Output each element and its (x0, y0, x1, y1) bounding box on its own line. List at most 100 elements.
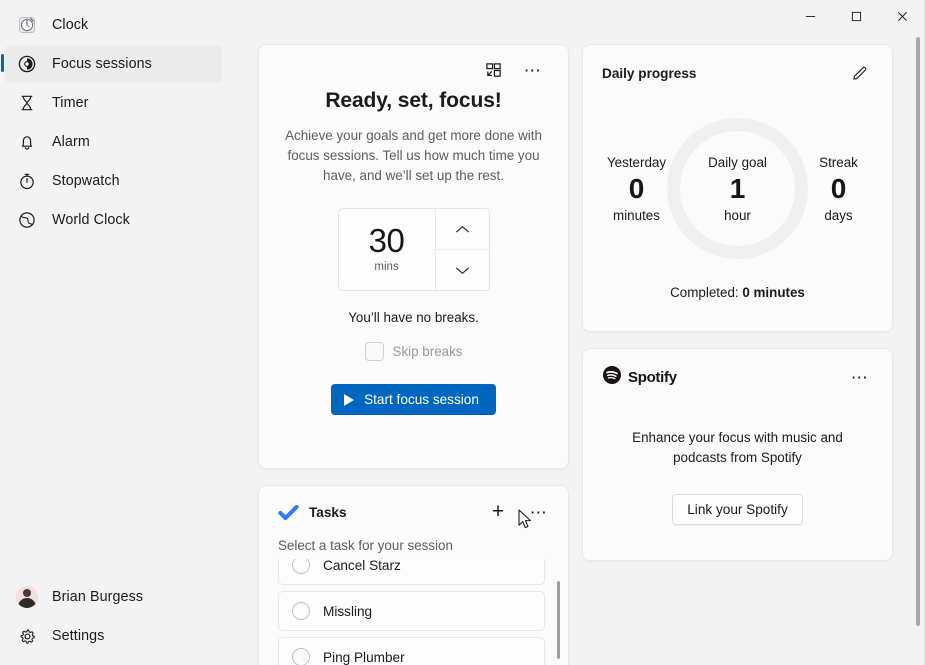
skip-breaks-checkbox[interactable] (365, 342, 384, 361)
left-column: ⋯ Ready, set, focus! Achieve your goals … (258, 44, 569, 665)
task-label: Cancel Starz (323, 559, 401, 573)
sidebar-item-settings[interactable]: Settings (5, 617, 222, 655)
task-checkbox[interactable] (292, 648, 310, 665)
minimize-button[interactable] (787, 0, 833, 33)
daily-goal-inner: Daily goal 1 hour (708, 155, 767, 223)
streak-value: 0 (808, 170, 869, 208)
clock-app-window: Clock Focus sessions (0, 0, 925, 665)
page-scrollbar-thumb[interactable] (916, 37, 920, 626)
breaks-status-text: You’ll have no breaks. (281, 310, 546, 325)
daily-progress-title: Daily progress (602, 66, 696, 81)
focus-card-header: ⋯ (281, 45, 546, 87)
spotify-description: Enhance your focus with music and podcas… (602, 428, 873, 468)
task-row[interactable]: Ping Plumber (278, 637, 545, 665)
spotify-logo: Spotify (602, 365, 677, 390)
sidebar-item-clock[interactable]: Clock (5, 6, 222, 44)
chevron-up-icon[interactable] (436, 209, 489, 249)
plus-icon[interactable]: + (485, 499, 511, 525)
streak-unit: days (808, 208, 869, 223)
spotify-card-header: Spotify ⋯ (602, 364, 873, 390)
task-label: Ping Plumber (323, 650, 405, 665)
link-spotify-button[interactable]: Link your Spotify (672, 494, 803, 525)
sidebar-item-label: Settings (52, 628, 104, 644)
right-column: Daily progress Yesterday 0 minutes (582, 44, 893, 561)
completed-row: Completed: 0 minutes (602, 285, 873, 300)
content-grid: ⋯ Ready, set, focus! Achieve your goals … (227, 0, 925, 665)
sidebar-item-label: Alarm (52, 134, 90, 150)
navigation-sidebar: Clock Focus sessions (0, 0, 227, 665)
compact-overlay-icon[interactable] (480, 57, 506, 83)
task-checkbox[interactable] (292, 559, 310, 574)
globe-icon (16, 209, 38, 231)
sidebar-item-world-clock[interactable]: World Clock (5, 201, 222, 239)
start-button-wrap: Start focus session (281, 384, 546, 415)
sidebar-item-alarm[interactable]: Alarm (5, 123, 222, 161)
focus-card-title: Ready, set, focus! (281, 89, 546, 113)
more-options-icon[interactable]: ⋯ (847, 364, 873, 390)
sidebar-item-account[interactable]: Brian Burgess (5, 578, 222, 616)
gear-icon (16, 625, 38, 647)
daily-goal-ring: Daily goal 1 hour (667, 118, 808, 259)
task-row[interactable]: Missling (278, 591, 545, 631)
focus-card-description: Achieve your goals and get more done wit… (285, 126, 542, 186)
microsoft-todo-check-icon (278, 502, 299, 523)
duration-spinner-wrap: 30 mins (281, 208, 546, 291)
daily-progress-card: Daily progress Yesterday 0 minutes (582, 44, 893, 332)
completed-prefix: Completed: (670, 285, 742, 300)
task-row[interactable]: Cancel Starz (278, 559, 545, 585)
completed-value: 0 minutes (742, 285, 805, 300)
duration-value-area[interactable]: 30 mins (339, 209, 436, 290)
stopwatch-icon (16, 170, 38, 192)
maximize-button[interactable] (833, 0, 879, 33)
more-options-icon[interactable]: ⋯ (526, 499, 552, 525)
chevron-down-icon[interactable] (436, 249, 489, 290)
focus-sessions-icon (16, 53, 38, 75)
sidebar-item-label: Timer (52, 95, 89, 111)
yesterday-value: 0 (606, 170, 667, 208)
tasks-card: Tasks + ⋯ Select a task for your session… (258, 485, 569, 665)
tasks-subtitle: Select a task for your session (259, 525, 568, 553)
sidebar-item-stopwatch[interactable]: Stopwatch (5, 162, 222, 200)
streak-label: Streak (808, 155, 869, 170)
tasks-card-header: Tasks + ⋯ (259, 486, 568, 525)
task-label: Missling (323, 604, 372, 619)
sidebar-bottom: Brian Burgess Settings (0, 577, 227, 665)
tasks-card-actions: + ⋯ (485, 499, 552, 525)
bell-icon (16, 131, 38, 153)
hourglass-icon (16, 92, 38, 114)
task-checkbox[interactable] (292, 602, 310, 620)
tasks-card-title: Tasks (309, 505, 347, 520)
daily-goal-value: 1 (708, 170, 767, 208)
tasks-list[interactable]: Cancel Starz Missling Ping Plumber (259, 559, 568, 665)
yesterday-unit: minutes (606, 208, 667, 223)
daily-goal-label: Daily goal (708, 155, 767, 170)
avatar (16, 586, 38, 608)
start-focus-session-button[interactable]: Start focus session (331, 384, 496, 415)
link-button-wrap: Link your Spotify (602, 494, 873, 525)
duration-unit: mins (374, 261, 398, 273)
spotify-name: Spotify (628, 369, 677, 386)
streak-stat: Streak 0 days (808, 155, 869, 223)
sidebar-item-focus-sessions[interactable]: Focus sessions (5, 45, 222, 83)
progress-stats-row: Yesterday 0 minutes Daily goal 1 hour (602, 118, 873, 259)
pencil-icon[interactable] (847, 60, 873, 86)
duration-spinner[interactable]: 30 mins (338, 208, 490, 291)
tasks-scrollbar-thumb[interactable] (557, 581, 560, 659)
sidebar-item-label: Focus sessions (52, 56, 152, 72)
focus-session-card: ⋯ Ready, set, focus! Achieve your goals … (258, 44, 569, 469)
duration-arrows (436, 209, 489, 290)
spotify-card: Spotify ⋯ Enhance your focus with music … (582, 348, 893, 561)
sidebar-item-timer[interactable]: Timer (5, 84, 222, 122)
more-options-icon[interactable]: ⋯ (520, 57, 546, 83)
skip-breaks-row[interactable]: Skip breaks (281, 342, 546, 361)
nav-list: Clock Focus sessions (0, 0, 227, 240)
sidebar-item-label: World Clock (52, 212, 130, 228)
daily-goal-unit: hour (708, 208, 767, 223)
play-icon (344, 394, 354, 406)
duration-value: 30 (369, 223, 405, 259)
yesterday-stat: Yesterday 0 minutes (606, 155, 667, 223)
sidebar-item-label: Clock (52, 17, 88, 33)
close-button[interactable] (879, 0, 925, 33)
yesterday-label: Yesterday (606, 155, 667, 170)
daily-progress-header: Daily progress (602, 60, 873, 86)
